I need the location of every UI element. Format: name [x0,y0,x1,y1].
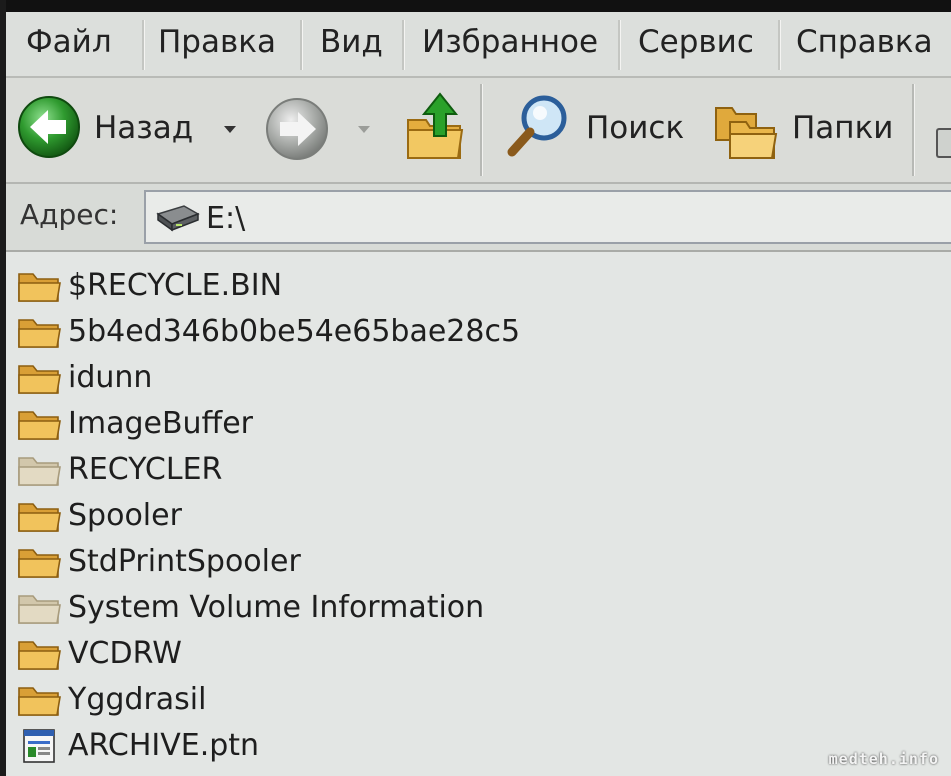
list-item[interactable]: System Volume Information [16,586,916,630]
list-item-name: $RECYCLE.BIN [68,268,283,303]
folders-icon [715,107,778,159]
folder-icon [18,503,61,532]
folder-icon [18,687,61,716]
toolbar-divider [480,84,483,176]
list-item[interactable]: Spooler [16,494,916,538]
list-item-name: RECYCLER [68,452,223,487]
folder-icon [18,411,61,440]
list-item-name: Spooler [68,498,182,533]
address-bar: Адрес: E:\ [6,184,951,252]
list-item[interactable]: Yggdrasil [16,678,916,722]
folder-icon [18,273,61,302]
list-item-name: idunn [68,360,153,395]
folder-icon [18,457,61,486]
menu-divider [778,20,781,70]
list-item[interactable]: RECYCLER [16,448,916,492]
list-item[interactable]: ARCHIVE.ptn [16,724,916,768]
menu-file[interactable]: Файл [26,24,112,60]
menu-divider [142,20,145,70]
magnifier-icon [507,95,567,157]
address-field[interactable]: E:\ [144,190,951,244]
folder-icon [18,365,61,394]
menu-help[interactable]: Справка [796,24,933,60]
list-item[interactable]: ImageBuffer [16,402,916,446]
up-folder-button[interactable] [404,90,468,166]
menu-divider [300,20,303,70]
file-icon [23,729,55,763]
folder-icon [18,319,61,348]
list-item-name: VCDRW [68,636,182,671]
file-list: $RECYCLE.BIN 5b4ed346b0be54e65bae28c5 idun… [6,252,951,776]
address-label: Адрес: [20,198,119,231]
search-button[interactable]: Поиск [502,92,692,164]
forward-button[interactable] [262,92,382,164]
toolbar-divider [912,84,915,176]
folder-icon [18,595,61,624]
back-dropdown-arrow-icon[interactable] [224,126,236,133]
forward-arrow-icon [266,98,328,160]
views-button[interactable] [936,128,951,158]
list-item-name: StdPrintSpooler [68,544,301,579]
menu-favorites[interactable]: Избранное [422,24,598,60]
folder-icon [18,641,61,670]
menu-divider [402,20,405,70]
menu-view[interactable]: Вид [320,24,383,60]
menu-edit[interactable]: Правка [158,24,276,60]
forward-dropdown-arrow-icon[interactable] [358,126,370,133]
back-button-label: Назад [94,110,194,146]
list-item[interactable]: 5b4ed346b0be54e65bae28c5 [16,310,916,354]
folders-button-label: Папки [792,110,894,146]
list-item[interactable]: $RECYCLE.BIN [16,264,916,308]
address-value: E:\ [206,201,246,236]
list-item-name: System Volume Information [68,590,485,625]
menu-tools[interactable]: Сервис [638,24,754,60]
folder-icon [18,549,61,578]
list-item[interactable]: StdPrintSpooler [16,540,916,584]
hard-drive-icon [156,205,200,232]
menu-divider [618,20,621,70]
standard-toolbar: Назад Поиск Папки [6,78,951,184]
back-arrow-icon [18,96,80,158]
explorer-window: Файл Правка Вид Избранное Сервис Справка [0,0,951,776]
folder-up-icon [407,92,464,159]
list-item-name: ARCHIVE.ptn [68,728,260,763]
list-item-name: Yggdrasil [68,682,207,717]
back-button[interactable]: Назад [14,92,250,164]
watermark: medteh.info [828,750,939,768]
folders-button[interactable]: Папки [712,92,902,164]
list-item-name: ImageBuffer [68,406,254,441]
menu-bar: Файл Правка Вид Избранное Сервис Справка [6,12,951,78]
list-item[interactable]: idunn [16,356,916,400]
search-button-label: Поиск [586,110,685,146]
list-item[interactable]: VCDRW [16,632,916,676]
list-item-name: 5b4ed346b0be54e65bae28c5 [68,314,521,349]
screen-bezel-top [0,0,951,12]
